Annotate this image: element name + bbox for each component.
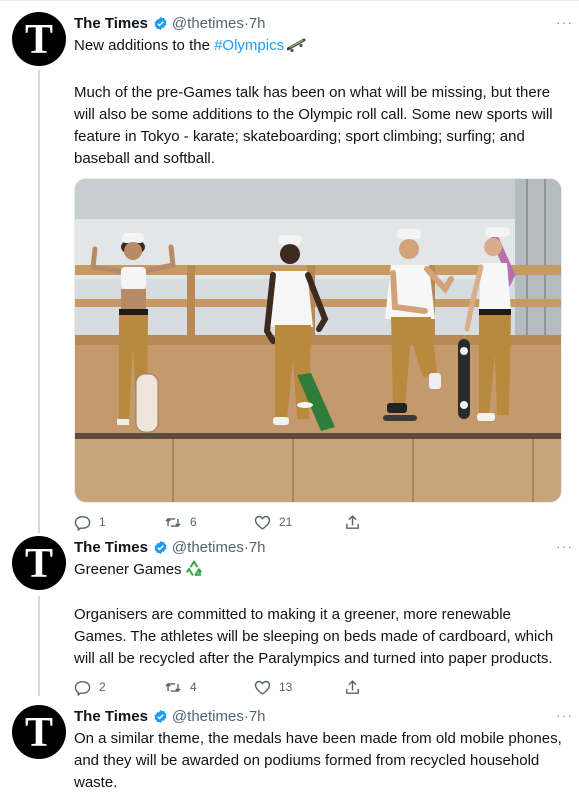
tweet-header: The Times @thetimes · 7h xyxy=(74,705,564,727)
share-icon xyxy=(346,514,359,529)
reply-icon xyxy=(74,515,91,531)
more-options-button[interactable]: ··· xyxy=(556,14,573,30)
thread-connector xyxy=(38,70,40,533)
tweet-text: New additions to the xyxy=(74,37,215,54)
author-name[interactable]: The Times xyxy=(74,539,148,556)
olympic-skateboarders-photo xyxy=(75,179,561,502)
tweet-body: Much of the pre-Games talk has been on w… xyxy=(74,84,553,167)
reply-icon xyxy=(74,680,91,696)
avatar[interactable]: T xyxy=(12,705,66,759)
retweet-button[interactable]: 4 xyxy=(164,679,254,696)
share-icon xyxy=(346,679,359,694)
tweet-body: On a similar theme, the medals have been… xyxy=(74,730,562,791)
tweet-content: The Times @thetimes · 7h New additions t… xyxy=(74,12,564,533)
heart-icon xyxy=(254,680,271,695)
tweet-headline: Greener Games xyxy=(74,559,564,584)
tweet-header: The Times @thetimes · 7h xyxy=(74,536,564,558)
like-count: 13 xyxy=(279,680,293,694)
avatar[interactable]: T xyxy=(12,536,66,590)
heart-icon xyxy=(254,515,271,530)
timestamp[interactable]: 7h xyxy=(249,539,266,556)
retweet-icon xyxy=(165,682,181,692)
reply-count: 1 xyxy=(99,515,106,529)
tweet-actions: 2 4 13 xyxy=(74,676,564,698)
retweet-icon xyxy=(165,517,181,527)
tweet-actions: 1 6 21 xyxy=(74,511,564,533)
tweet-headline: New additions to the #Olympics xyxy=(74,35,564,60)
retweet-count: 4 xyxy=(190,680,197,694)
tweet-header: The Times @thetimes · 7h xyxy=(74,12,564,34)
like-button[interactable]: 21 xyxy=(254,514,344,531)
like-count: 21 xyxy=(279,515,293,529)
thread-connector xyxy=(38,596,40,696)
tweet-content: The Times @thetimes · 7h On a similar th… xyxy=(74,705,564,794)
author-handle[interactable]: @thetimes xyxy=(172,15,244,32)
avatar[interactable]: T xyxy=(12,12,66,66)
reply-button[interactable]: 2 xyxy=(74,679,164,696)
verified-badge-icon xyxy=(153,16,168,31)
retweet-button[interactable]: 6 xyxy=(164,514,254,531)
timestamp[interactable]: 7h xyxy=(249,15,266,32)
more-options-button[interactable]: ··· xyxy=(556,538,573,554)
verified-badge-icon xyxy=(153,540,168,555)
share-button[interactable] xyxy=(344,679,434,696)
author-name[interactable]: The Times xyxy=(74,15,148,32)
top-divider xyxy=(0,0,579,1)
timestamp[interactable]: 7h xyxy=(249,708,266,725)
skateboard-icon xyxy=(286,37,307,60)
reply-count: 2 xyxy=(99,680,106,694)
share-button[interactable] xyxy=(344,514,434,531)
tweet-image[interactable] xyxy=(74,178,562,503)
author-handle[interactable]: @thetimes xyxy=(172,539,244,556)
more-options-button[interactable]: ··· xyxy=(556,707,573,723)
author-name[interactable]: The Times xyxy=(74,708,148,725)
author-handle[interactable]: @thetimes xyxy=(172,708,244,725)
tweet-text: Greener Games xyxy=(74,561,182,578)
hashtag-link[interactable]: #Olympics xyxy=(214,37,284,54)
recycle-icon xyxy=(185,559,203,584)
verified-badge-icon xyxy=(153,709,168,724)
tweet-content: The Times @thetimes · 7h Greener Games O… xyxy=(74,536,564,698)
retweet-count: 6 xyxy=(190,515,197,529)
reply-button[interactable]: 1 xyxy=(74,514,164,531)
like-button[interactable]: 13 xyxy=(254,679,344,696)
tweet-body: Organisers are committed to making it a … xyxy=(74,606,554,667)
